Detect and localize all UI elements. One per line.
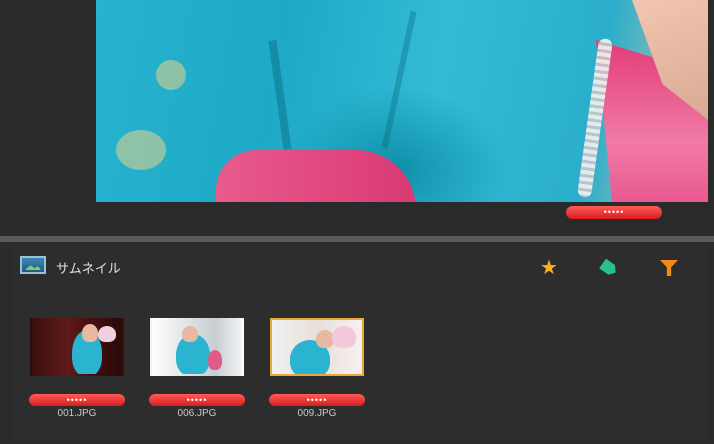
main-rating-bar[interactable]: ••••• <box>566 206 662 219</box>
star-icon[interactable]: ★ <box>538 257 560 279</box>
thumbnail-list: ••••• 001.JPG ••••• 006.JPG ••••• 009.JP… <box>28 318 366 419</box>
rating-dots: ••••• <box>66 394 88 405</box>
kimono-fold <box>381 10 417 150</box>
thumbnail-image[interactable] <box>150 318 244 376</box>
rating-dots: ••••• <box>306 394 328 405</box>
thumbnail-rating-bar[interactable]: ••••• <box>29 394 125 406</box>
obi-fabric <box>216 150 416 202</box>
thumbnail-panel: サムネイル ★ ••••• 001.JPG ••••• 006.JPG ••••… <box>12 244 708 440</box>
tag-icon[interactable] <box>598 257 620 279</box>
thumbnail-item[interactable]: ••••• 009.JPG <box>268 318 366 419</box>
main-photo[interactable] <box>96 0 708 202</box>
thumbnail-rating-bar[interactable]: ••••• <box>149 394 245 406</box>
thumbnail-item[interactable]: ••••• 001.JPG <box>28 318 126 419</box>
thumbnail-image-selected[interactable] <box>270 318 364 376</box>
kimono-pattern <box>116 130 166 170</box>
thumbnail-filename: 001.JPG <box>57 408 97 419</box>
panel-title: サムネイル <box>56 261 121 276</box>
kimono-pattern <box>156 60 186 90</box>
thumbnail-filename: 006.JPG <box>177 408 217 419</box>
rating-dots: ••••• <box>186 394 208 405</box>
thumbnail-image[interactable] <box>30 318 124 376</box>
photo-viewer: ••••• <box>0 0 714 238</box>
thumbnail-filename: 009.JPG <box>297 408 337 419</box>
image-icon <box>20 256 46 274</box>
kimono-fold <box>268 39 292 151</box>
thumbnail-rating-bar[interactable]: ••••• <box>269 394 365 406</box>
thumbnail-item[interactable]: ••••• 006.JPG <box>148 318 246 419</box>
filter-icon[interactable] <box>658 257 680 279</box>
panel-divider[interactable] <box>0 236 714 242</box>
rating-dots: ••••• <box>603 207 625 217</box>
